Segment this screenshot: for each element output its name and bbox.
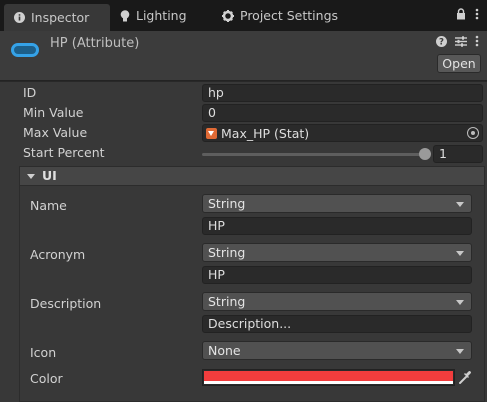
- icon-dropdown[interactable]: None: [202, 341, 472, 360]
- color-alpha-bar: [204, 381, 453, 384]
- stat-icon: [206, 127, 217, 139]
- start-percent-field[interactable]: 1: [433, 145, 483, 163]
- foldout-arrow-icon: [27, 174, 35, 179]
- gear-icon: [222, 9, 234, 22]
- window-controls: [456, 8, 479, 20]
- eyedropper-icon[interactable]: [457, 369, 472, 386]
- acronym-field[interactable]: HP: [202, 266, 472, 284]
- chevron-down-icon: [456, 202, 464, 207]
- tab-bar: Inspector Lighting Project Settings: [0, 0, 487, 31]
- icon-value: None: [208, 343, 241, 358]
- lock-icon[interactable]: [456, 8, 466, 20]
- description-field[interactable]: Description...: [202, 315, 472, 333]
- acronym-label: Acronym: [30, 247, 86, 262]
- name-label: Name: [30, 198, 67, 213]
- lightbulb-icon: [120, 9, 130, 21]
- open-button[interactable]: Open: [437, 54, 481, 73]
- header-tools: ?: [436, 35, 479, 47]
- svg-text:?: ?: [439, 37, 444, 46]
- color-field[interactable]: [202, 369, 455, 386]
- id-field[interactable]: hp: [202, 84, 483, 102]
- tab-inspector-label: Inspector: [31, 10, 90, 25]
- attribute-icon: [11, 43, 39, 57]
- max-value-label: Max Value: [23, 125, 88, 140]
- min-value-label: Min Value: [23, 105, 84, 120]
- id-label: ID: [23, 85, 37, 100]
- help-icon[interactable]: ?: [436, 35, 447, 47]
- max-value-object-field[interactable]: Max_HP (Stat): [202, 124, 483, 142]
- description-label: Description: [30, 296, 102, 311]
- tab-inspector[interactable]: Inspector: [4, 4, 110, 31]
- chevron-down-icon: [456, 349, 464, 354]
- name-type-value: String: [208, 196, 246, 211]
- start-percent-label: Start Percent: [23, 145, 105, 160]
- tab-project-settings[interactable]: Project Settings: [222, 4, 338, 27]
- min-value-field[interactable]: 0: [202, 104, 483, 122]
- color-label: Color: [30, 371, 63, 386]
- tab-lighting-label: Lighting: [136, 8, 187, 23]
- more-vertical-icon[interactable]: [475, 8, 479, 20]
- ui-foldout-header[interactable]: UI: [19, 166, 485, 186]
- chevron-down-icon: [456, 251, 464, 256]
- description-type-value: String: [208, 294, 246, 309]
- more-icon[interactable]: [475, 35, 479, 47]
- icon-label: Icon: [30, 345, 57, 360]
- object-picker-icon[interactable]: [467, 127, 479, 139]
- presets-icon[interactable]: [455, 35, 467, 47]
- description-type-dropdown[interactable]: String: [202, 292, 472, 311]
- acronym-type-dropdown[interactable]: String: [202, 243, 472, 262]
- info-icon: [14, 12, 25, 23]
- asset-title: HP (Attribute): [50, 36, 140, 51]
- acronym-type-value: String: [208, 245, 246, 260]
- inspector-header: HP (Attribute) ? Open: [0, 31, 487, 81]
- start-percent-slider-track[interactable]: [202, 153, 426, 156]
- max-value-text: Max_HP (Stat): [221, 125, 310, 141]
- name-type-dropdown[interactable]: String: [202, 194, 472, 213]
- ui-foldout-title: UI: [42, 168, 57, 183]
- chevron-down-icon: [456, 300, 464, 305]
- tab-project-settings-label: Project Settings: [240, 8, 339, 23]
- name-field[interactable]: HP: [202, 217, 472, 235]
- inspector-content: ID hp Min Value 0 Max Value Max_HP (Stat…: [0, 82, 487, 402]
- tab-lighting[interactable]: Lighting: [120, 4, 187, 27]
- start-percent-slider-handle[interactable]: [419, 148, 431, 160]
